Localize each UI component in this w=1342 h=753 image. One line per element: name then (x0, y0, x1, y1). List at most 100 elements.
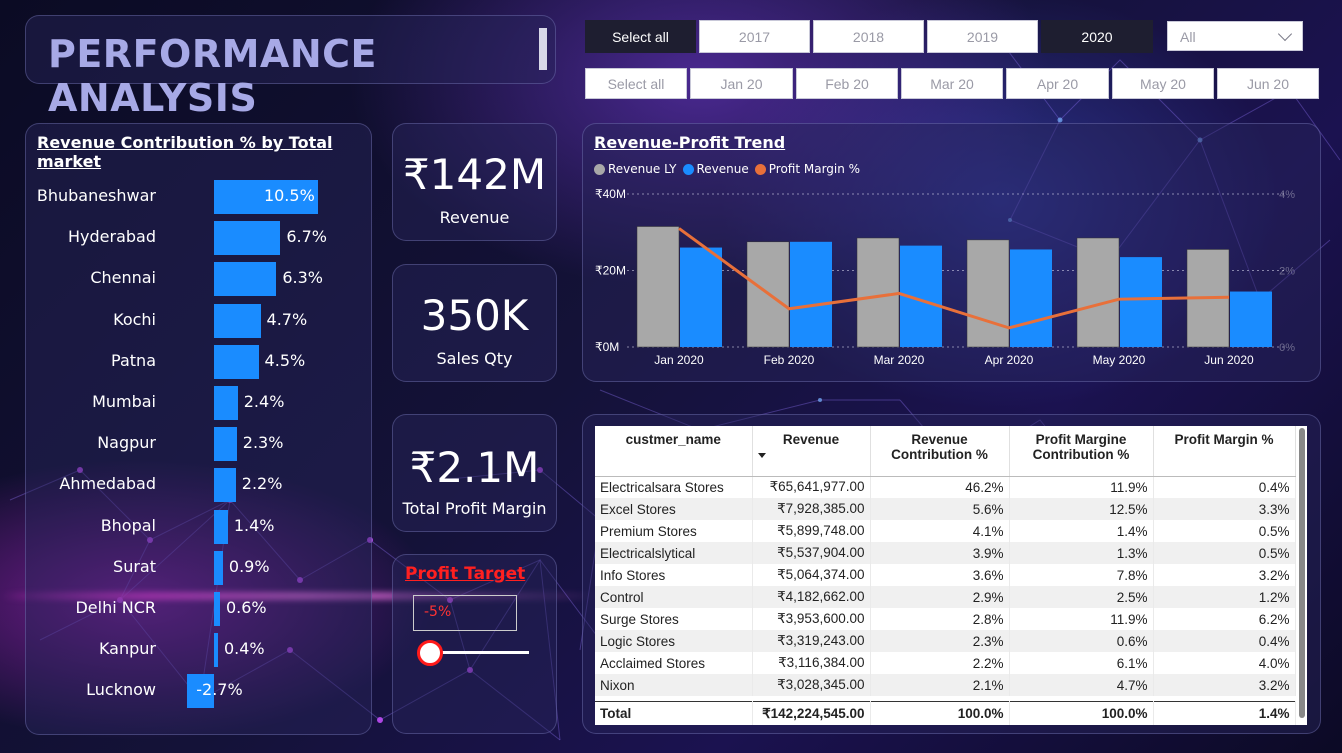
revenue-kpi-label: Revenue (439, 208, 510, 227)
bar-category-label: Kochi (113, 309, 156, 329)
table-cell: 0.6% (1009, 630, 1154, 652)
table-row[interactable]: Electricalsara Stores ₹65,641,977.00 46.2%… (595, 476, 1296, 498)
bar-data-label: -2.7% (196, 680, 243, 700)
bar-category-label: Delhi NCR (75, 598, 156, 617)
bar-category-label: Kanpur (98, 639, 156, 659)
bar-row[interactable]: Mumbai 2.4% (26, 386, 373, 420)
bar-row[interactable]: Nagpur 2.3% (26, 427, 373, 462)
bar-revenue[interactable] (790, 241, 832, 347)
year-select-all-button[interactable]: Select all (585, 20, 696, 53)
y-axis-tick-label: ₹40M (595, 187, 626, 201)
bar-revenue-ly[interactable] (636, 226, 680, 348)
column-header-revenue-contribution[interactable]: Revenue Contribution % (870, 426, 1010, 477)
table-row[interactable]: Excel Stores ₹7,928,385.00 5.6% 12.5% 3.3% (595, 498, 1296, 520)
table-cell: Info Stores (595, 564, 753, 586)
bar[interactable] (214, 221, 281, 256)
table-cell: 0.4% (1153, 476, 1296, 498)
bar-revenue[interactable] (680, 247, 722, 347)
bar[interactable] (214, 303, 261, 338)
bar-data-label: 10.5% (263, 186, 315, 205)
table-cell: 0.5% (1153, 542, 1296, 564)
y2-axis-tick-label: 4% (1279, 189, 1295, 201)
table-row[interactable]: Premium Stores ₹5,899,748.00 4.1% 1.4% 0.5% (595, 520, 1296, 542)
bar-row[interactable]: Patna 4.5% (26, 344, 373, 379)
table-cell: 4.1% (870, 520, 1010, 542)
year-2020-button[interactable]: 2020 (1041, 20, 1153, 53)
table-cell: 2.3% (870, 630, 1010, 652)
month-select-all-button[interactable]: Select all (585, 68, 687, 99)
bar-row[interactable]: Chennai 6.3% (26, 262, 373, 297)
column-header-revenue[interactable]: Revenue (752, 426, 871, 477)
table-row[interactable]: Logic Stores ₹3,319,243.00 2.3% 0.6% 0.4% (595, 630, 1296, 652)
bar[interactable] (214, 344, 259, 379)
year-2017-button[interactable]: 2017 (699, 20, 810, 53)
bar-row[interactable]: Kanpur 0.4% (26, 633, 373, 668)
table-cell: 4.7% (1009, 674, 1154, 696)
bar-revenue[interactable] (1010, 249, 1052, 347)
bar-row[interactable]: Lucknow -2.7% (26, 674, 373, 709)
profit-target-slider-handle[interactable] (417, 640, 443, 666)
table-row[interactable]: Info Stores ₹5,064,374.00 3.6% 7.8% 3.2% (595, 564, 1296, 586)
month-mar-button[interactable]: Mar 20 (901, 68, 1003, 99)
table-cell: Electricalslytical (595, 542, 753, 564)
chevron-down-icon (1277, 26, 1293, 42)
table-row[interactable]: Acclaimed Stores ₹3,116,384.00 2.2% 6.1% 4.0… (595, 652, 1296, 674)
table-scrollbar[interactable] (1299, 428, 1305, 718)
table-cell: Premium Stores (595, 520, 753, 542)
table-cell: 1.3% (1009, 542, 1154, 564)
month-jun-button[interactable]: Jun 20 (1217, 68, 1319, 99)
column-header-profit-margin-contribution[interactable]: Profit Margine Contribution % (1009, 426, 1154, 477)
profit-target-slider-track[interactable] (431, 651, 529, 654)
profit-target-input[interactable]: -5% (413, 595, 517, 631)
bar-category-label: Surat (113, 556, 156, 576)
year-2018-button[interactable]: 2018 (813, 20, 924, 53)
month-apr-button[interactable]: Apr 20 (1006, 68, 1109, 99)
bar[interactable] (214, 468, 236, 503)
total-revenue: ₹142,224,545.00 (752, 701, 871, 725)
bar[interactable] (214, 386, 238, 420)
table-row[interactable]: Electricalslytical ₹5,537,904.00 3.9% 1.3% 0… (595, 542, 1296, 564)
table-cell: ₹3,028,345.00 (752, 674, 871, 696)
column-header-profit-margin[interactable]: Profit Margin % (1153, 426, 1296, 477)
bar[interactable] (214, 509, 228, 544)
year-2019-button[interactable]: 2019 (927, 20, 1038, 53)
table-cell: ₹65,641,977.00 (752, 476, 871, 498)
bar[interactable] (214, 262, 277, 297)
bar-row[interactable]: Ahmedabad 2.2% (26, 468, 373, 503)
table-cell: 11.9% (1009, 476, 1154, 498)
filter-dropdown[interactable]: All (1167, 21, 1303, 51)
title-panel: PERFORMANCE ANALYSIS (25, 15, 556, 120)
bar-data-label: 0.4% (223, 639, 265, 659)
table-row[interactable]: Nixon ₹3,028,345.00 2.1% 4.7% 3.2% (595, 674, 1296, 696)
bar-revenue-ly[interactable] (966, 239, 1010, 348)
bar-row[interactable]: Kochi 4.7% (26, 303, 373, 338)
bar-revenue-ly[interactable] (1076, 237, 1120, 348)
month-feb-button[interactable]: Feb 20 (796, 68, 898, 99)
bar-data-label: 2.2% (241, 474, 283, 494)
month-may-button[interactable]: May 20 (1112, 68, 1214, 99)
bar-row[interactable]: Hyderabad 6.7% (26, 221, 373, 256)
bar-category-label: Ahmedabad (59, 474, 156, 494)
profit-margin-kpi-label: Total Profit Margin (402, 499, 547, 518)
bar-row[interactable]: Bhubaneshwar 10.5% (26, 180, 373, 214)
bar[interactable] (214, 427, 237, 462)
bar-data-label: 2.3% (242, 433, 284, 453)
bar[interactable] (214, 592, 220, 626)
table-row[interactable]: Surge Stores ₹3,953,600.00 2.8% 11.9% 6.2% (595, 608, 1296, 630)
table-cell: 3.9% (870, 542, 1010, 564)
month-jan-button[interactable]: Jan 20 (690, 68, 793, 99)
y2-axis-tick-label: 0% (1279, 342, 1295, 354)
bar-row[interactable]: Bhopal 1.4% (26, 509, 373, 544)
table-row[interactable]: Control ₹4,182,662.00 2.9% 2.5% 1.2% (595, 586, 1296, 608)
bar-data-label: 0.9% (228, 556, 270, 576)
column-header-customer[interactable]: custmer_name (595, 426, 753, 477)
bar-row[interactable]: Delhi NCR 0.6% (26, 592, 373, 626)
sort-down-icon (757, 453, 766, 458)
bar-revenue[interactable] (1230, 291, 1272, 347)
bar[interactable] (214, 633, 218, 668)
customer-table: custmer_name Revenue Revenue Contributio… (595, 426, 1307, 725)
bar-revenue-ly[interactable] (856, 237, 900, 348)
bar[interactable] (214, 550, 223, 585)
bar-row[interactable]: Surat 0.9% (26, 550, 373, 585)
bar-revenue[interactable] (1120, 257, 1162, 347)
